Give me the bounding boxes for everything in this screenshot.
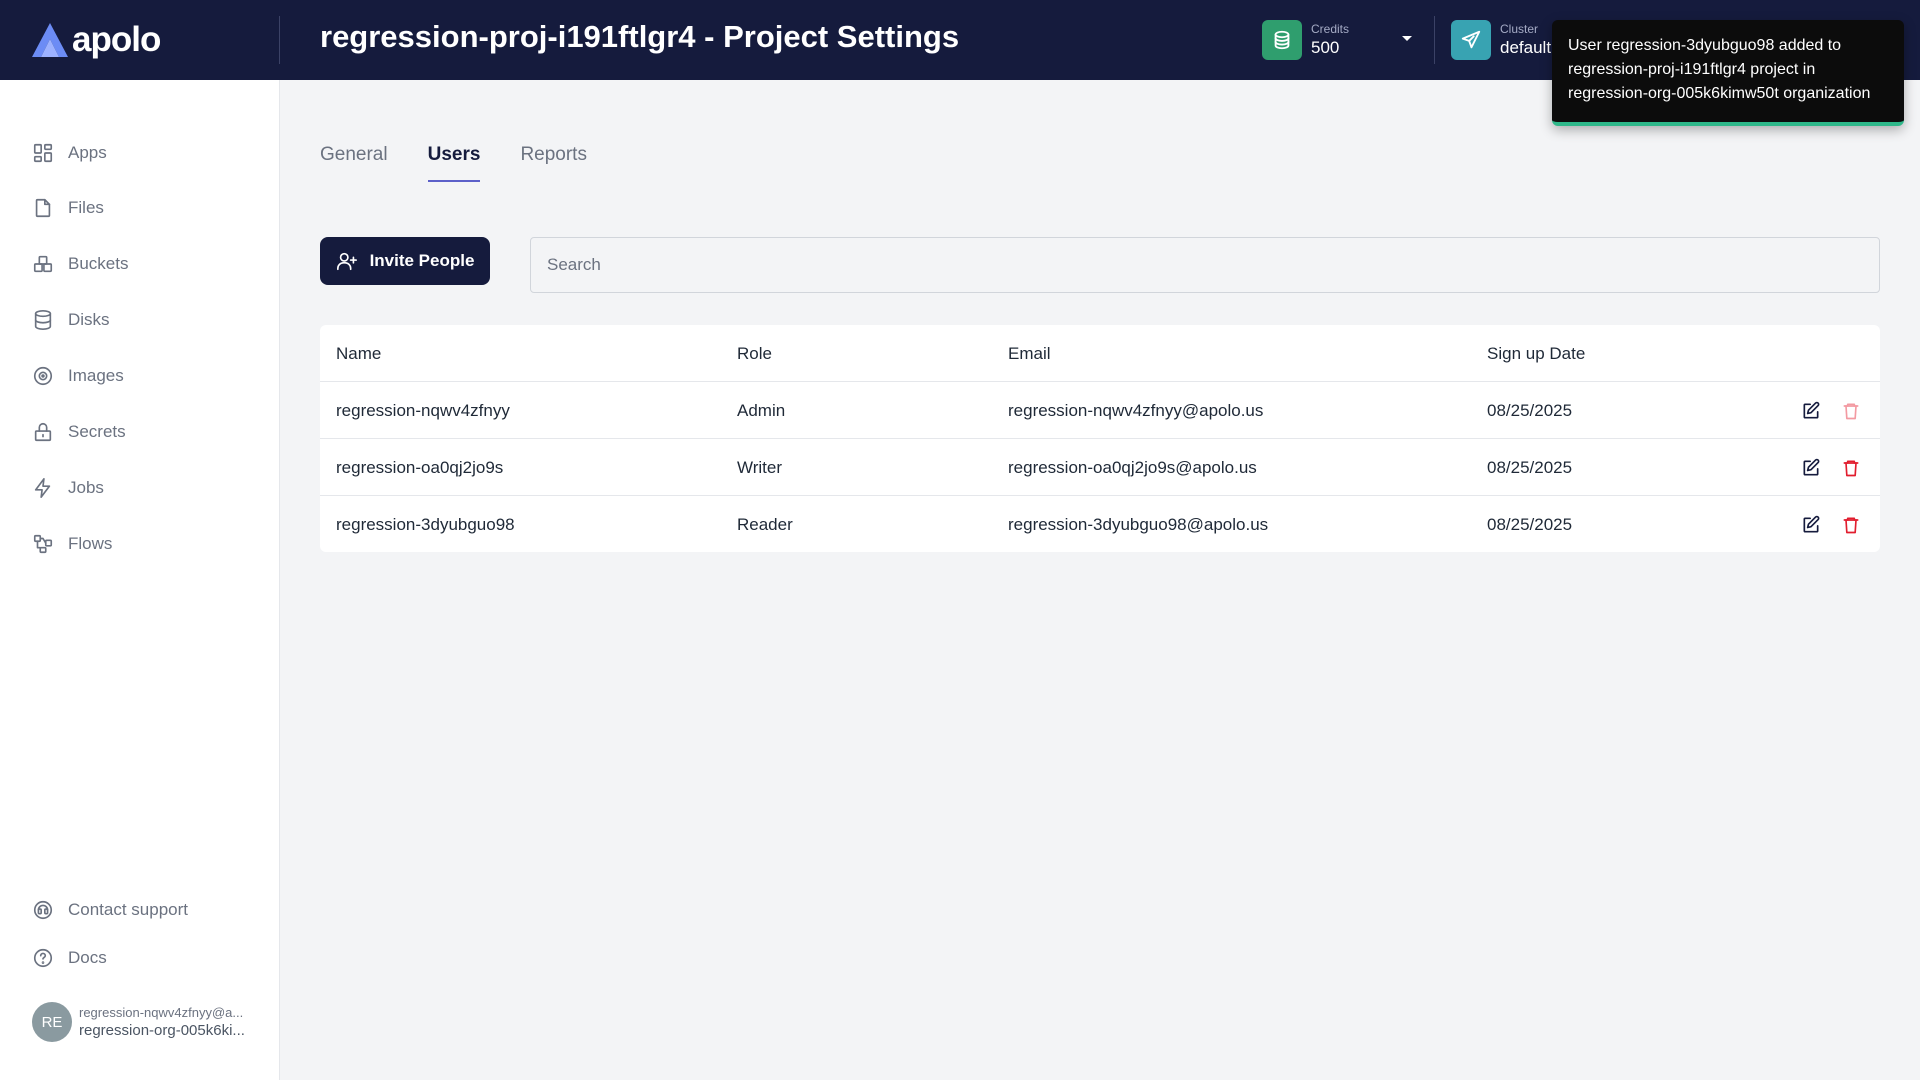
- credits-value: 500: [1311, 38, 1340, 57]
- credits-selector[interactable]: Credits 500: [1262, 20, 1412, 60]
- edit-user-button[interactable]: [1799, 513, 1823, 537]
- sidebar-item-images[interactable]: Images: [32, 362, 124, 390]
- credits-label: Credits: [1311, 22, 1350, 36]
- column-header-role[interactable]: Role: [737, 325, 772, 382]
- sidebar-item-files[interactable]: Files: [32, 194, 104, 222]
- cluster-value: default: [1500, 38, 1552, 57]
- sidebar-item-label: Files: [68, 198, 104, 217]
- edit-icon: [1803, 401, 1820, 419]
- file-icon: [35, 198, 51, 218]
- user-role: Admin: [737, 400, 786, 420]
- sidebar-item-buckets[interactable]: Buckets: [32, 250, 128, 278]
- sidebar-item-label: Buckets: [68, 254, 129, 273]
- user-plus-icon: [336, 252, 357, 271]
- header-divider: [1434, 16, 1435, 64]
- table-row: regression-3dyubguo98 Reader regression-…: [320, 496, 1880, 553]
- delete-user-button[interactable]: [1839, 399, 1863, 423]
- sidebar-item-label: Apps: [68, 143, 107, 162]
- contact-support-label: Contact support: [68, 900, 189, 919]
- user-name: regression-oa0qj2jo9s: [336, 457, 504, 477]
- headset-icon: [33, 900, 53, 920]
- invite-people-button[interactable]: Invite People: [320, 237, 490, 285]
- user-name: regression-nqwv4zfnyy: [336, 400, 510, 420]
- delete-user-button[interactable]: [1839, 456, 1863, 480]
- bucket-icon: [33, 255, 53, 273]
- lightning-icon: [34, 478, 51, 498]
- sidebar-item-label: Flows: [68, 534, 113, 553]
- lock-icon: [34, 422, 52, 442]
- image-disc-icon: [33, 366, 53, 386]
- column-header-signup-date[interactable]: Sign up Date: [1487, 325, 1585, 382]
- sidebar-item-flows[interactable]: Flows: [32, 530, 112, 558]
- sidebar-item-apps[interactable]: Apps: [32, 139, 107, 167]
- trash-icon: [1843, 517, 1859, 534]
- edit-icon: [1803, 515, 1820, 533]
- trash-icon: [1843, 403, 1859, 420]
- user-email-cell: regression-3dyubguo98@apolo.us: [1008, 514, 1269, 534]
- tab-general[interactable]: General: [320, 140, 388, 182]
- page-title: regression-proj-i191ftlgr4 - Project Set…: [320, 19, 960, 54]
- user-name: regression-3dyubguo98: [336, 514, 515, 534]
- sidebar-item-label: Disks: [68, 310, 110, 329]
- tab-reports[interactable]: Reports: [520, 140, 587, 182]
- chevron-down-icon: [1402, 36, 1412, 41]
- column-header-email[interactable]: Email: [1008, 325, 1051, 382]
- toast-message: User regression-3dyubguo98 added to regr…: [1568, 37, 1871, 102]
- logo-text: apolo: [72, 20, 161, 59]
- sidebar-item-label: Images: [68, 366, 124, 385]
- settings-tabs: General Users Reports: [320, 140, 627, 182]
- search-input[interactable]: [530, 237, 1880, 293]
- table-row: regression-oa0qj2jo9s Writer regression-…: [320, 439, 1880, 496]
- header-divider: [279, 16, 280, 64]
- apps-grid-icon: [33, 143, 53, 163]
- users-table: Name Role Email Sign up Date regression-…: [320, 325, 1880, 552]
- sidebar-item-label: Jobs: [68, 478, 104, 497]
- success-toast[interactable]: User regression-3dyubguo98 added to regr…: [1552, 20, 1904, 126]
- flow-icon: [33, 534, 53, 554]
- apolo-logo-mark-icon: [32, 23, 68, 57]
- edit-user-button[interactable]: [1799, 399, 1823, 423]
- user-email-cell: regression-nqwv4zfnyy@apolo.us: [1008, 400, 1264, 420]
- user-signup-date: 08/25/2025: [1487, 400, 1573, 420]
- cluster-label: Cluster: [1500, 22, 1539, 36]
- database-icon: [34, 310, 52, 330]
- avatar: RE: [32, 1002, 72, 1042]
- user-signup-date: 08/25/2025: [1487, 457, 1573, 477]
- contact-support-link[interactable]: Contact support: [32, 896, 188, 924]
- cluster-selector[interactable]: Cluster default: [1451, 20, 1551, 60]
- sidebar-item-disks[interactable]: Disks: [32, 306, 110, 334]
- user-signup-date: 08/25/2025: [1487, 514, 1573, 534]
- edit-user-button[interactable]: [1799, 456, 1823, 480]
- sidebar-item-jobs[interactable]: Jobs: [32, 474, 104, 502]
- sidebar: Apps Files Buckets Disks Images Secrets …: [0, 80, 280, 1080]
- sidebar-item-label: Secrets: [68, 422, 126, 441]
- docs-link[interactable]: Docs: [32, 944, 107, 972]
- user-email: regression-nqwv4zfnyy@a...: [79, 1005, 244, 1020]
- table-header-row: Name Role Email Sign up Date: [320, 325, 1880, 382]
- user-email-cell: regression-oa0qj2jo9s@apolo.us: [1008, 457, 1257, 477]
- coins-icon: [1262, 20, 1302, 60]
- user-role: Writer: [737, 457, 783, 477]
- user-profile[interactable]: RE regression-nqwv4zfnyy@a... regression…: [32, 1002, 245, 1042]
- edit-icon: [1803, 458, 1820, 476]
- invite-people-label: Invite People: [369, 251, 475, 270]
- column-header-name[interactable]: Name: [336, 325, 381, 382]
- user-role: Reader: [737, 514, 793, 534]
- tab-users[interactable]: Users: [427, 140, 480, 182]
- apolo-logo[interactable]: apolo: [32, 20, 161, 60]
- delete-user-button[interactable]: [1839, 513, 1863, 537]
- docs-label: Docs: [68, 948, 107, 967]
- user-org: regression-org-005k6ki...: [79, 1022, 245, 1039]
- sidebar-item-secrets[interactable]: Secrets: [32, 418, 126, 446]
- send-icon: [1451, 20, 1491, 60]
- table-row: regression-nqwv4zfnyy Admin regression-n…: [320, 382, 1880, 439]
- help-circle-icon: [33, 948, 53, 968]
- trash-icon: [1843, 460, 1859, 477]
